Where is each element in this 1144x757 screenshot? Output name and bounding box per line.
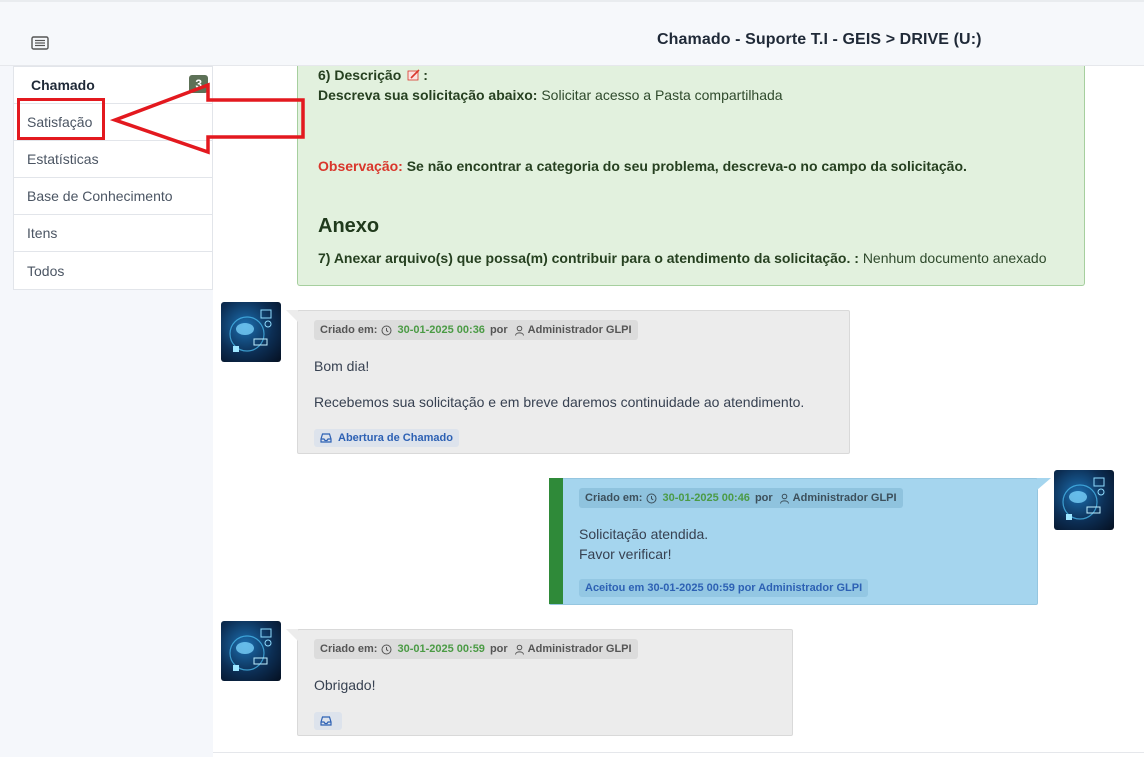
note-label: Observação:	[318, 158, 403, 174]
user-icon	[514, 325, 525, 336]
followup-text: Recebemos sua solicitação e em breve dar…	[314, 394, 805, 410]
sidebar-item-label: Chamado	[31, 77, 95, 93]
description-heading: 6) Descrição:	[318, 67, 428, 83]
followup-text: Bom dia!	[314, 358, 370, 374]
note-line: Observação: Se não encontrar a categoria…	[318, 158, 967, 174]
sidebar-item-label: Todos	[27, 262, 65, 279]
sidebar-item-label: Base de Conhecimento	[27, 188, 173, 204]
solution-accepted-tag: Aceitou em 30-01-2025 00:59 por Administ…	[579, 579, 869, 597]
ticket-description: 6) Descrição: Descreva sua solicitação a…	[297, 66, 1085, 286]
solution-meta: Criado em: 30-01-2025 00:46 por Administ…	[579, 488, 903, 508]
clock-icon	[381, 644, 392, 655]
avatar	[1054, 470, 1114, 530]
sidebar-item-label: Itens	[27, 225, 58, 241]
inbox-icon	[320, 716, 332, 726]
sidebar-item-itens[interactable]: Itens	[14, 215, 212, 252]
followup-date: 30-01-2025 00:59	[397, 643, 485, 655]
solution-text: Solicitação atendida.	[579, 526, 709, 542]
request-value: Solicitar acesso a Pasta compartilhada	[541, 87, 783, 103]
user-icon	[779, 493, 790, 504]
followup-item: Criado em: 30-01-2025 00:59 por Administ…	[286, 629, 793, 736]
followup-item: Criado em: 30-01-2025 00:36 por Administ…	[286, 310, 850, 454]
followup-meta: Criado em: 30-01-2025 00:36 por Administ…	[314, 320, 638, 340]
solution-item: Criado em: 30-01-2025 00:46 por Administ…	[549, 478, 1051, 605]
annotation-highlight-box	[17, 98, 105, 140]
solution-text: Favor verificar!	[579, 546, 672, 562]
note-text: Se não encontrar a categoria do seu prob…	[406, 158, 967, 174]
page-title: Chamado - Suporte T.I - GEIS > DRIVE (U:…	[657, 31, 982, 48]
avatar	[221, 621, 281, 681]
divider	[213, 752, 1144, 753]
edit-icon	[407, 68, 421, 81]
solution-author[interactable]: Administrador GLPI	[793, 492, 897, 504]
inbox-icon	[320, 433, 332, 443]
sidebar-item-label: Estatísticas	[27, 151, 99, 167]
followup-text: Obrigado!	[314, 677, 376, 693]
sidebar-item-todos[interactable]: Todos	[14, 252, 212, 289]
clock-icon	[646, 493, 657, 504]
attachment-heading: Anexo	[318, 215, 380, 237]
followup-date: 30-01-2025 00:36	[397, 324, 485, 336]
clock-icon	[381, 325, 392, 336]
request-line: Descreva sua solicitação abaixo: Solicit…	[318, 87, 783, 103]
avatar	[221, 302, 281, 362]
solution-date: 30-01-2025 00:46	[662, 492, 750, 504]
annotation-arrow-icon	[110, 82, 305, 155]
request-source-tag[interactable]	[314, 712, 342, 730]
attachment-value: Nenhum documento anexado	[862, 250, 1047, 266]
attachment-line: 7) Anexar arquivo(s) que possa(m) contri…	[318, 250, 1047, 266]
sidebar-toggle-icon[interactable]	[31, 36, 49, 50]
request-source-tag[interactable]: Abertura de Chamado	[314, 429, 459, 447]
followup-author[interactable]: Administrador GLPI	[528, 643, 632, 655]
top-bar: Chamado - Suporte T.I - GEIS > DRIVE (U:…	[0, 0, 1144, 66]
followup-meta: Criado em: 30-01-2025 00:59 por Administ…	[314, 639, 638, 659]
followup-author[interactable]: Administrador GLPI	[528, 324, 632, 336]
sidebar-item-base-conhecimento[interactable]: Base de Conhecimento	[14, 178, 212, 215]
solution-status-bar	[549, 478, 563, 604]
user-icon	[514, 644, 525, 655]
